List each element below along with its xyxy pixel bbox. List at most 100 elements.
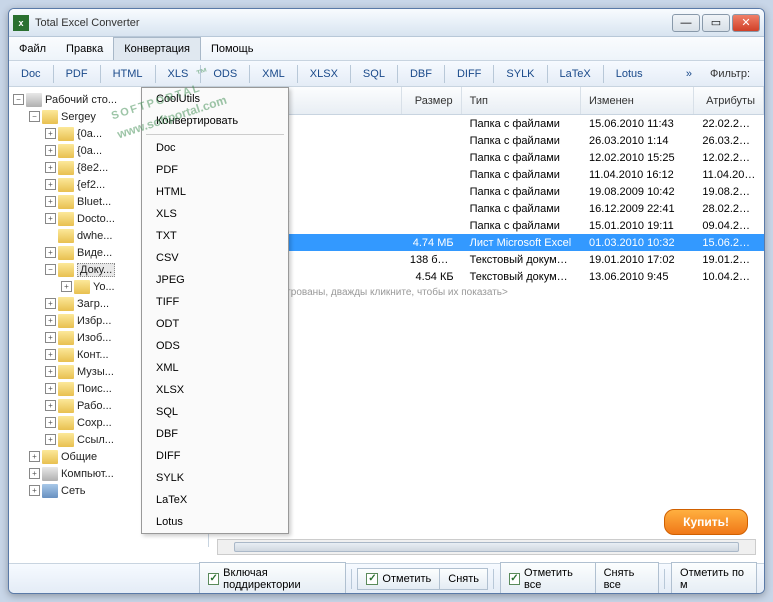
expand-icon[interactable]: + <box>45 315 56 326</box>
dd-lotus[interactable]: Lotus <box>142 511 288 533</box>
include-subdirs-toggle[interactable]: ✓ Включая поддиректории <box>199 562 345 595</box>
dd-convert[interactable]: Конвертировать <box>142 110 288 132</box>
expand-icon[interactable]: + <box>45 332 56 343</box>
expand-icon[interactable]: + <box>45 400 56 411</box>
format-lotus[interactable]: Lotus <box>610 65 649 83</box>
expand-icon[interactable]: + <box>29 468 40 479</box>
expand-icon[interactable]: − <box>29 111 40 122</box>
mark-by-button[interactable]: Отметить по м <box>671 562 757 595</box>
format-html[interactable]: HTML <box>107 65 149 83</box>
net-icon <box>42 484 58 498</box>
dd-xml[interactable]: XML <box>142 357 288 379</box>
col-size[interactable]: Размер <box>402 87 462 114</box>
menu-конвертация[interactable]: Конвертация <box>113 37 201 60</box>
dd-xls[interactable]: XLS <box>142 203 288 225</box>
mark-button[interactable]: ✓ Отметить <box>357 568 440 590</box>
toolbar-overflow[interactable]: » <box>680 68 698 80</box>
buy-button[interactable]: Купить! <box>664 509 748 535</box>
expand-icon[interactable]: − <box>45 264 56 275</box>
fld-icon <box>58 246 74 260</box>
format-ods[interactable]: ODS <box>207 65 243 83</box>
close-button[interactable]: ✕ <box>732 14 760 32</box>
unmark-all-button[interactable]: Снять все <box>595 562 660 595</box>
format-diff[interactable]: DIFF <box>451 65 487 83</box>
horizontal-scrollbar[interactable] <box>217 539 756 555</box>
menu-файл[interactable]: Файл <box>9 37 56 60</box>
format-sylk[interactable]: SYLK <box>500 65 540 83</box>
expand-icon[interactable]: − <box>13 94 24 105</box>
tree-label: Sergey <box>61 111 96 123</box>
dd-sql[interactable]: SQL <box>142 401 288 423</box>
file-row[interactable]: ...s Intera...Папка с файлами16.12.2009 … <box>209 200 764 217</box>
menu-правка[interactable]: Правка <box>56 37 113 60</box>
expand-icon[interactable]: + <box>45 128 56 139</box>
expand-icon[interactable]: + <box>45 145 56 156</box>
check-icon: ✓ <box>366 573 378 585</box>
expand-icon[interactable]: + <box>61 281 72 292</box>
dd-latex[interactable]: LaTeX <box>142 489 288 511</box>
col-modified[interactable]: Изменен <box>581 87 694 114</box>
dd-ods[interactable]: ODS <box>142 335 288 357</box>
expand-icon[interactable]: + <box>45 179 56 190</box>
file-row[interactable]: ...oadsПапка с файлами26.03.2010 1:1426.… <box>209 132 764 149</box>
format-doc[interactable]: Doc <box>15 65 47 83</box>
dd-odt[interactable]: ODT <box>142 313 288 335</box>
col-type[interactable]: Тип <box>462 87 581 114</box>
dd-diff[interactable]: DIFF <box>142 445 288 467</box>
dd-doc[interactable]: Doc <box>142 137 288 159</box>
file-row[interactable]: ...upПапка с файлами19.08.2009 10:4219.0… <box>209 183 764 200</box>
col-attributes[interactable]: Атрибуты <box>694 87 764 114</box>
file-row[interactable]: ...mПапка с файлами15.01.2010 19:1109.04… <box>209 217 764 234</box>
fld-icon <box>58 399 74 413</box>
dd-tiff[interactable]: TIFF <box>142 291 288 313</box>
expand-icon[interactable]: + <box>45 247 56 258</box>
minimize-button[interactable]: — <box>672 14 700 32</box>
file-row[interactable]: ...IFTПапка с файлами12.02.2010 15:2512.… <box>209 149 764 166</box>
expand-icon[interactable]: + <box>45 434 56 445</box>
format-sql[interactable]: SQL <box>357 65 391 83</box>
dd-dbf[interactable]: DBF <box>142 423 288 445</box>
format-latex[interactable]: LaTeX <box>554 65 597 83</box>
list-header[interactable]: Имя Размер Тип Изменен Атрибуты <box>209 87 764 115</box>
fld-icon <box>58 161 74 175</box>
dd-coolutils[interactable]: CoolUtils <box>142 88 288 110</box>
expand-icon[interactable]: + <box>45 417 56 428</box>
titlebar[interactable]: x Total Excel Converter — ▭ ✕ <box>9 9 764 37</box>
dd-pdf[interactable]: PDF <box>142 159 288 181</box>
dd-csv[interactable]: CSV <box>142 247 288 269</box>
filter-note[interactable]: файлы отфильтрованы, дважды кликните, чт… <box>209 285 764 300</box>
format-pdf[interactable]: PDF <box>60 65 94 83</box>
menu-помощь[interactable]: Помощь <box>201 37 264 60</box>
format-dbf[interactable]: DBF <box>404 65 438 83</box>
file-row[interactable]: ...е данн...138 байтТекстовый документ19… <box>209 251 764 268</box>
tree-label: Доку... <box>77 263 115 277</box>
expand-icon[interactable]: + <box>45 298 56 309</box>
expand-icon[interactable]: + <box>45 349 56 360</box>
dd-txt[interactable]: TXT <box>142 225 288 247</box>
mark-all-button[interactable]: ✓ Отметить все <box>500 562 596 595</box>
file-row[interactable]: 4.74 МБЛист Microsoft Excel01.03.2010 10… <box>209 234 764 251</box>
format-xlsx[interactable]: XLSX <box>304 65 344 83</box>
tree-label: Рабо... <box>77 400 112 412</box>
file-row[interactable]: ...ords D...Папка с файлами11.04.2010 16… <box>209 166 764 183</box>
dd-html[interactable]: HTML <box>142 181 288 203</box>
unmark-button[interactable]: Снять <box>439 568 488 590</box>
expand-icon[interactable]: + <box>45 213 56 224</box>
separator <box>493 569 494 589</box>
dd-sylk[interactable]: SYLK <box>142 467 288 489</box>
expand-icon[interactable] <box>45 230 56 241</box>
format-xml[interactable]: XML <box>256 65 291 83</box>
file-row[interactable]: ...oth Ex...Папка с файлами15.06.2010 11… <box>209 115 764 132</box>
maximize-button[interactable]: ▭ <box>702 14 730 32</box>
expand-icon[interactable]: + <box>45 162 56 173</box>
expand-icon[interactable]: + <box>45 196 56 207</box>
dd-jpeg[interactable]: JPEG <box>142 269 288 291</box>
expand-icon[interactable]: + <box>29 485 40 496</box>
format-xls[interactable]: XLS <box>162 65 195 83</box>
file-row[interactable]: ...к прог...4.54 КБТекстовый документ13.… <box>209 268 764 285</box>
expand-icon[interactable]: + <box>45 383 56 394</box>
format-toolbar: Doc PDF HTML XLS ODS XML XLSX SQL DBF DIFF SYLK LaT… <box>9 61 764 87</box>
expand-icon[interactable]: + <box>45 366 56 377</box>
dd-xlsx[interactable]: XLSX <box>142 379 288 401</box>
expand-icon[interactable]: + <box>29 451 40 462</box>
